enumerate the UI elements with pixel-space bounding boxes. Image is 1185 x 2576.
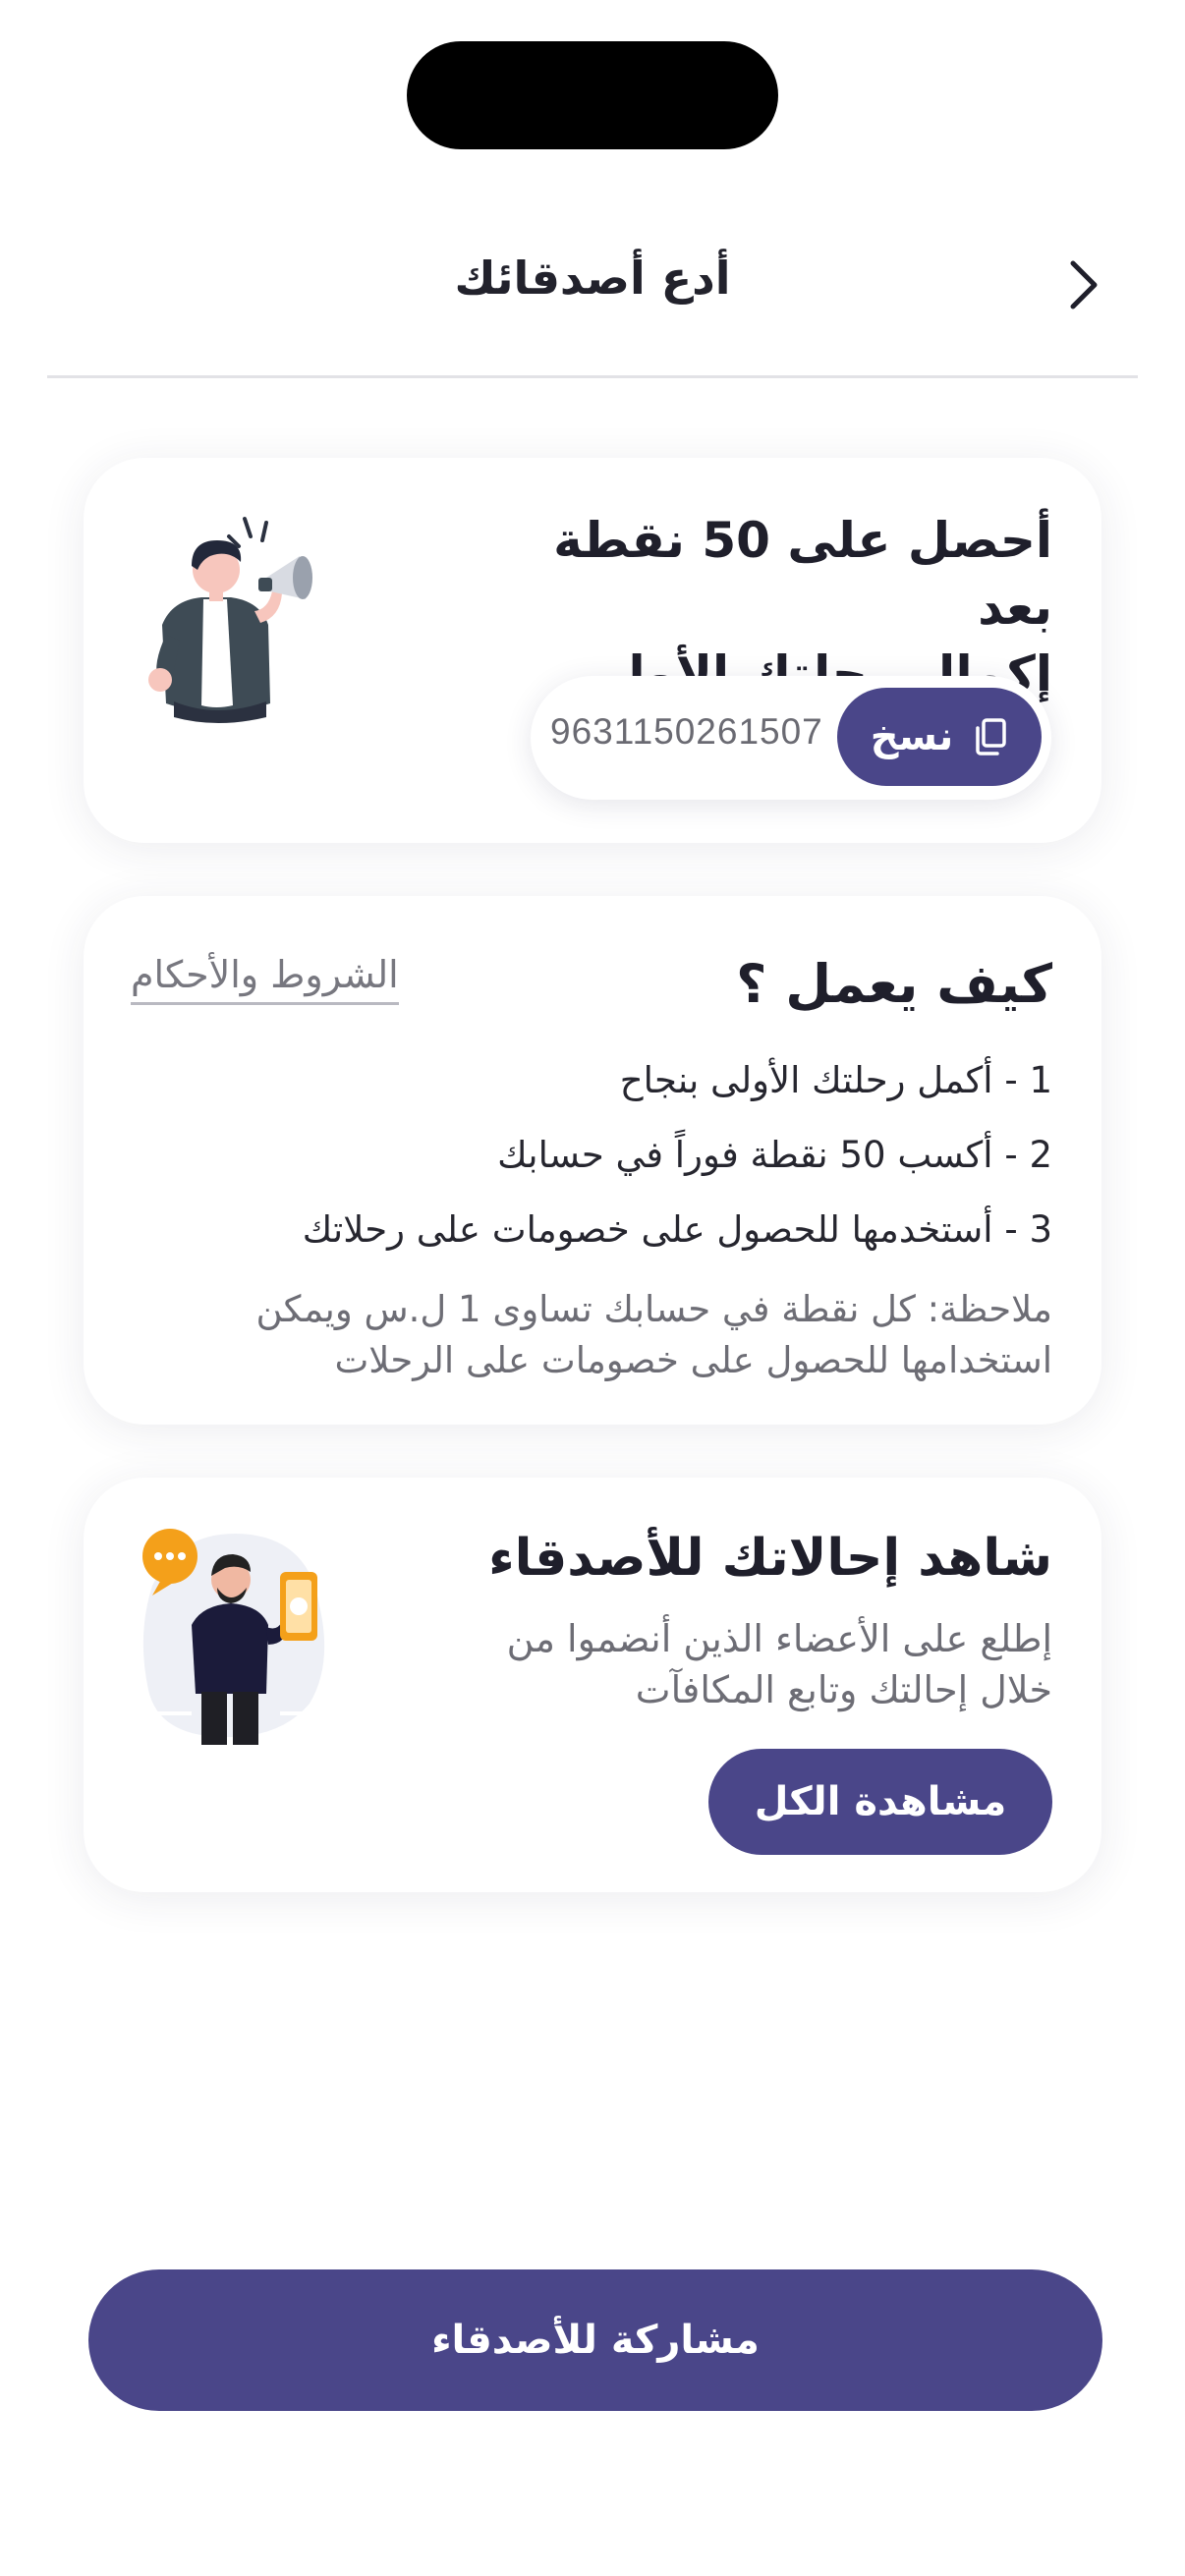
man-with-megaphone-illustration bbox=[148, 517, 312, 723]
referral-code: 9631150261507 bbox=[550, 711, 823, 752]
points-note: ملاحظة: كل نقطة في حسابك تساوى 1 ل.س ويم… bbox=[148, 1284, 1052, 1386]
referrals-desc-line-2: خلال إحالتك وتابع المكافآت bbox=[635, 1668, 1052, 1711]
page-title: أدع أصدقائك bbox=[454, 252, 731, 305]
chevron-right-icon[interactable] bbox=[1059, 255, 1106, 314]
share-with-friends-button[interactable]: مشاركة للأصدقاء bbox=[88, 2269, 1102, 2411]
header-divider bbox=[47, 375, 1138, 378]
steps-list: 1 - أكمل رحلتك الأولى بنجاح 2 - أكسب 50 … bbox=[129, 1043, 1052, 1267]
referral-code-pill: 9631150261507 نسخ bbox=[531, 676, 1051, 800]
step-item: 2 - أكسب 50 نقطة فوراً في حسابك bbox=[497, 1134, 1052, 1176]
referrals-description: إطلع على الأعضاء الذين أنضموا من خلال إح… bbox=[443, 1613, 1052, 1715]
referrals-card: شاهد إحالاتك للأصدقاء إطلع على الأعضاء ا… bbox=[84, 1478, 1101, 1892]
invite-friends-screen: أدع أصدقائك أحصل على 50 نقطة بعد إكمال ر… bbox=[0, 0, 1185, 2576]
copy-button[interactable]: نسخ bbox=[837, 688, 1042, 786]
copy-icon bbox=[976, 718, 1007, 756]
referrals-desc-line-1: إطلع على الأعضاء الذين أنضموا من bbox=[506, 1617, 1052, 1660]
step-item: 1 - أكمل رحلتك الأولى بنجاح bbox=[619, 1059, 1052, 1101]
note-line-2: استخدامها للحصول على خصومات على الرحلات bbox=[334, 1339, 1052, 1381]
promo-card: أحصل على 50 نقطة بعد إكمال رحلتك الأولى … bbox=[84, 458, 1101, 843]
promo-title-line-1: أحصل على 50 نقطة بعد bbox=[553, 512, 1052, 636]
note-line-1: ملاحظة: كل نقطة في حسابك تساوى 1 ل.س ويم… bbox=[255, 1288, 1052, 1330]
how-it-works-title: كيف يعمل ؟ bbox=[736, 953, 1052, 1015]
dynamic-island bbox=[407, 41, 778, 149]
how-it-works-card: كيف يعمل ؟ الشروط والأحكام 1 - أكمل رحلت… bbox=[84, 896, 1101, 1425]
view-all-button[interactable]: مشاهدة الكل bbox=[708, 1749, 1052, 1855]
man-with-phone-illustration bbox=[142, 1529, 325, 1745]
referrals-title: شاهد إحالاتك للأصدقاء bbox=[488, 1529, 1052, 1588]
step-item: 3 - أستخدمها للحصول على خصومات على رحلات… bbox=[302, 1208, 1052, 1251]
app-header: أدع أصدقائك bbox=[0, 226, 1185, 334]
terms-link[interactable]: الشروط والأحكام bbox=[131, 953, 399, 1005]
copy-button-label: نسخ bbox=[870, 714, 954, 759]
